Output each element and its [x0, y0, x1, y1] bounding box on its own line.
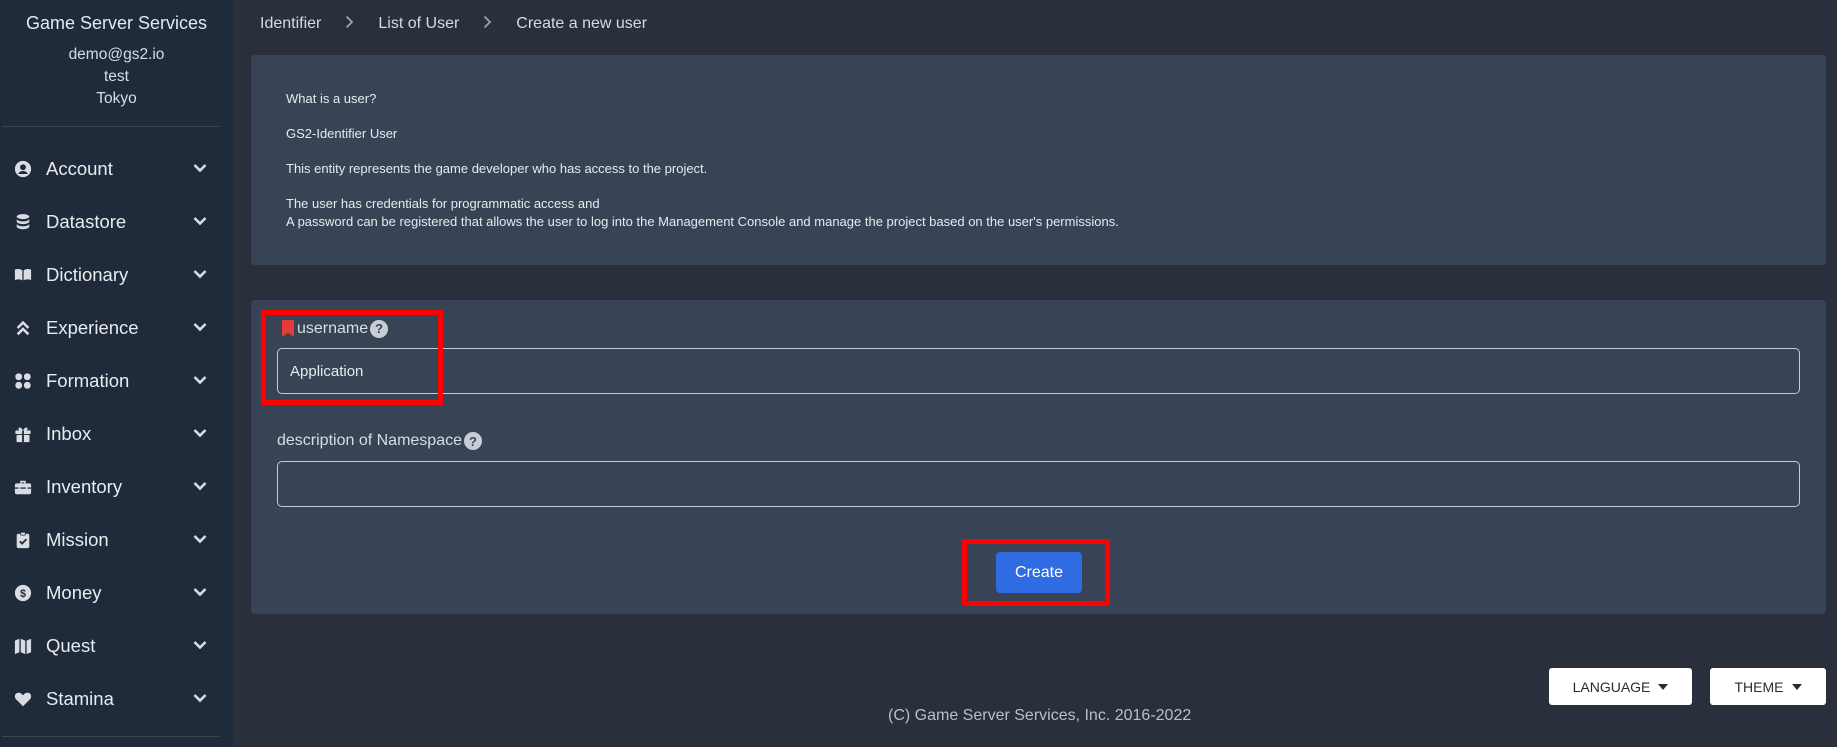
clipboard-check-icon — [12, 529, 34, 551]
user-info: demo@gs2.io test Tokyo — [0, 44, 233, 110]
create-user-form: username ? description of Namespace ? Cr… — [251, 300, 1826, 614]
sidebar-item-label: Datastore — [46, 210, 127, 232]
sidebar-item-label: Dictionary — [46, 263, 129, 285]
user-circle-icon — [12, 158, 34, 180]
chevron-down-icon — [193, 319, 207, 337]
info-text: A password can be registered that allows… — [286, 214, 1119, 229]
region-name: Tokyo — [96, 90, 137, 107]
chevron-down-icon — [193, 531, 207, 549]
coin-icon: $ — [12, 582, 34, 604]
bookmark-icon — [281, 319, 295, 338]
svg-text:$: $ — [20, 588, 26, 600]
sidebar-item-label: Experience — [46, 316, 139, 338]
breadcrumb-item-current: Create a new user — [516, 15, 648, 32]
breadcrumb-item-identifier[interactable]: Identifier — [260, 15, 321, 33]
chevron-down-icon — [193, 584, 207, 602]
sidebar-item-experience[interactable]: Experience — [0, 301, 233, 354]
copyright: (C) Game Server Services, Inc. 2016-2022 — [888, 707, 1192, 724]
sidebar: Game Server Services demo@gs2.io test To… — [0, 0, 233, 747]
map-icon — [12, 635, 34, 657]
caret-down-icon — [1658, 683, 1669, 690]
user-email: demo@gs2.io — [68, 46, 165, 63]
sidebar-item-label: Account — [46, 157, 113, 179]
angles-up-icon — [12, 317, 34, 339]
grid-icon — [12, 370, 34, 392]
info-panel: What is a user? GS2-Identifier User This… — [251, 55, 1826, 265]
description-label-text: description of Namespace — [277, 432, 462, 449]
brand-title: Game Server Services — [25, 13, 208, 33]
chevron-right-icon — [459, 15, 516, 34]
chevron-down-icon — [193, 690, 207, 708]
breadcrumb: Identifier List of User Create a new use… — [260, 14, 647, 34]
sidebar-item-inventory[interactable]: Inventory — [0, 460, 233, 513]
info-heading: What is a user? — [286, 91, 377, 106]
chevron-right-icon — [321, 15, 378, 34]
create-button[interactable]: Create — [996, 552, 1082, 593]
sidebar-item-mission[interactable]: Mission — [0, 513, 233, 566]
info-text: The user has credentials for programmati… — [286, 196, 600, 211]
sidebar-item-label: Inbox — [46, 422, 92, 444]
caret-down-icon — [1791, 683, 1802, 690]
book-open-icon — [12, 264, 34, 286]
chevron-down-icon — [193, 160, 207, 178]
project-name: test — [104, 68, 129, 85]
heart-icon — [12, 688, 34, 710]
info-text: This entity represents the game develope… — [286, 161, 708, 176]
toolbox-icon — [12, 476, 34, 498]
theme-button-label: THEME — [1734, 678, 1784, 695]
sidebar-item-dictionary[interactable]: Dictionary — [0, 248, 233, 301]
chevron-down-icon — [193, 425, 207, 443]
language-button[interactable]: LANGUAGE — [1549, 668, 1692, 705]
description-label: description of Namespace ? — [277, 432, 482, 450]
sidebar-divider — [2, 126, 219, 127]
chevron-down-icon — [193, 213, 207, 231]
chevron-down-icon — [193, 372, 207, 390]
language-button-label: LANGUAGE — [1572, 678, 1651, 695]
database-icon — [12, 211, 34, 233]
sidebar-item-label: Stamina — [46, 687, 114, 709]
sidebar-item-label: Inventory — [46, 475, 123, 497]
sidebar-nav: Account Datastore Dictionary Experience … — [0, 142, 233, 725]
chevron-down-icon — [193, 478, 207, 496]
sidebar-item-label: Mission — [46, 528, 109, 550]
sidebar-item-inbox[interactable]: Inbox — [0, 407, 233, 460]
sidebar-item-account[interactable]: Account — [0, 142, 233, 195]
description-input[interactable] — [277, 461, 1800, 507]
theme-button[interactable]: THEME — [1710, 668, 1826, 705]
username-label-text: username — [297, 319, 369, 337]
sidebar-item-stamina[interactable]: Stamina — [0, 672, 233, 725]
username-label: username ? — [277, 319, 389, 338]
sidebar-item-formation[interactable]: Formation — [0, 354, 233, 407]
gift-icon — [12, 423, 34, 445]
sidebar-divider — [2, 736, 219, 737]
username-input[interactable] — [277, 348, 1800, 394]
sidebar-item-label: Quest — [46, 634, 96, 656]
chevron-down-icon — [193, 266, 207, 284]
help-icon[interactable]: ? — [463, 432, 482, 450]
sidebar-item-quest[interactable]: Quest — [0, 619, 233, 672]
info-subheading: GS2-Identifier User — [286, 126, 398, 141]
sidebar-item-label: Formation — [46, 369, 130, 391]
help-icon[interactable]: ? — [370, 319, 389, 338]
breadcrumb-item-list-of-user[interactable]: List of User — [378, 15, 459, 33]
sidebar-item-label: Money — [46, 581, 102, 603]
sidebar-item-money[interactable]: $ Money — [0, 566, 233, 619]
chevron-down-icon — [193, 637, 207, 655]
sidebar-item-datastore[interactable]: Datastore — [0, 195, 233, 248]
